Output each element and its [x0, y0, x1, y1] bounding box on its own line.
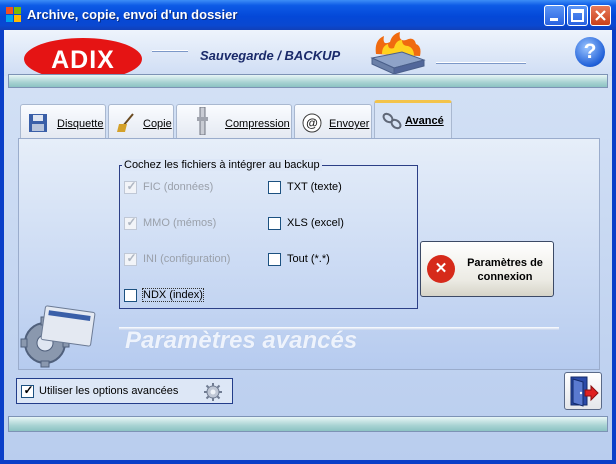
checkbox-label: FIC (données)	[143, 181, 214, 193]
tab-panel-avance: Cochez les fichiers à intégrer au backup…	[18, 138, 600, 370]
burning-drive-icon	[370, 32, 426, 75]
checkbox-box[interactable]: ✓	[124, 251, 137, 266]
close-icon	[595, 10, 606, 21]
checkbox-box[interactable]	[268, 181, 281, 194]
tools-icon: ✕	[427, 255, 455, 283]
email-icon: @	[302, 113, 322, 133]
exit-button[interactable]	[564, 372, 602, 410]
broom-icon	[117, 113, 134, 132]
header-band: ADIX Sauvegarde / BACKUP ?	[4, 30, 612, 80]
svg-text:@: @	[306, 116, 318, 130]
settings-gear-illustration	[20, 305, 96, 368]
minimize-icon	[550, 18, 558, 21]
bottom-accent-bar	[8, 416, 608, 432]
checkbox-box[interactable]	[124, 289, 137, 302]
app-window: Archive, copie, envoi d'un dossier ADIX …	[0, 0, 616, 464]
app-title: Sauvegarde / BACKUP	[200, 48, 341, 63]
header-divider-right	[436, 62, 526, 63]
checkbox-label: NDX (index)	[142, 288, 204, 302]
tab-label: Disquette	[57, 118, 104, 130]
maximize-button[interactable]	[567, 5, 588, 26]
checkbox-box[interactable]	[268, 253, 281, 266]
windows-app-icon	[6, 7, 22, 23]
client-area: ADIX Sauvegarde / BACKUP ? Disquette Cop…	[4, 30, 612, 460]
group-legend: Cochez les fichiers à intégrer au backup	[122, 159, 322, 171]
checkbox-box[interactable]: ✓	[124, 179, 137, 194]
window-title: Archive, copie, envoi d'un dossier	[27, 7, 238, 22]
gear-icon	[204, 383, 222, 401]
checkmark-icon: ✓	[126, 215, 137, 229]
checkbox-label: XLS (excel)	[287, 217, 344, 229]
close-button[interactable]	[590, 5, 611, 26]
checkbox-box[interactable]: ✓	[124, 215, 137, 230]
checkbox-label: TXT (texte)	[287, 181, 342, 193]
tab-label: Avancé	[405, 115, 444, 127]
minimize-button[interactable]	[544, 5, 565, 26]
floppy-icon	[29, 114, 47, 132]
connection-settings-button[interactable]: ✕ Paramètres de connexion	[420, 241, 554, 297]
tab-envoyer[interactable]: @ Envoyer	[294, 104, 372, 138]
tab-disquette[interactable]: Disquette	[20, 104, 106, 138]
advanced-options-label: Utiliser les options avancées	[39, 385, 179, 397]
maximize-icon	[571, 9, 584, 22]
tab-label: Envoyer	[329, 118, 370, 130]
connection-button-label: Paramètres de connexion	[459, 256, 551, 284]
checkbox-label: INI (configuration)	[143, 253, 231, 265]
checkmark-icon: ✓	[126, 251, 137, 265]
tab-label: Compression	[225, 118, 290, 130]
tab-compression[interactable]: Compression	[176, 104, 292, 138]
checkbox-label: MMO (mémos)	[143, 217, 217, 229]
chain-icon	[382, 112, 402, 130]
checkmark-icon: ✓	[126, 179, 137, 193]
section-title: Paramètres avancés	[125, 327, 358, 354]
title-bar[interactable]: Archive, copie, envoi d'un dossier	[0, 0, 616, 30]
header-divider-left	[152, 50, 188, 51]
help-button[interactable]: ?	[575, 37, 605, 67]
advanced-options-toggle[interactable]: ✓ Utiliser les options avancées	[16, 378, 233, 404]
checkbox-label: Tout (*.*)	[287, 253, 330, 265]
tab-copie[interactable]: Copie	[108, 104, 174, 138]
logo-text: ADIX	[51, 46, 115, 74]
tab-avance[interactable]: Avancé	[374, 100, 452, 138]
connection-label-line2: connexion	[477, 271, 533, 283]
compress-icon	[197, 107, 208, 135]
connection-label-line1: Paramètres de	[467, 257, 543, 269]
advanced-options-checkbox[interactable]: ✓	[21, 383, 34, 398]
top-accent-bar	[8, 74, 608, 88]
tab-strip: Disquette Copie Compression @ Envoyer Av…	[20, 100, 616, 138]
tab-label: Copie	[143, 118, 172, 130]
checkmark-icon: ✓	[23, 383, 34, 397]
checkbox-box[interactable]	[268, 217, 281, 230]
exit-door-icon	[570, 376, 599, 407]
file-types-group: Cochez les fichiers à intégrer au backup…	[119, 159, 418, 309]
